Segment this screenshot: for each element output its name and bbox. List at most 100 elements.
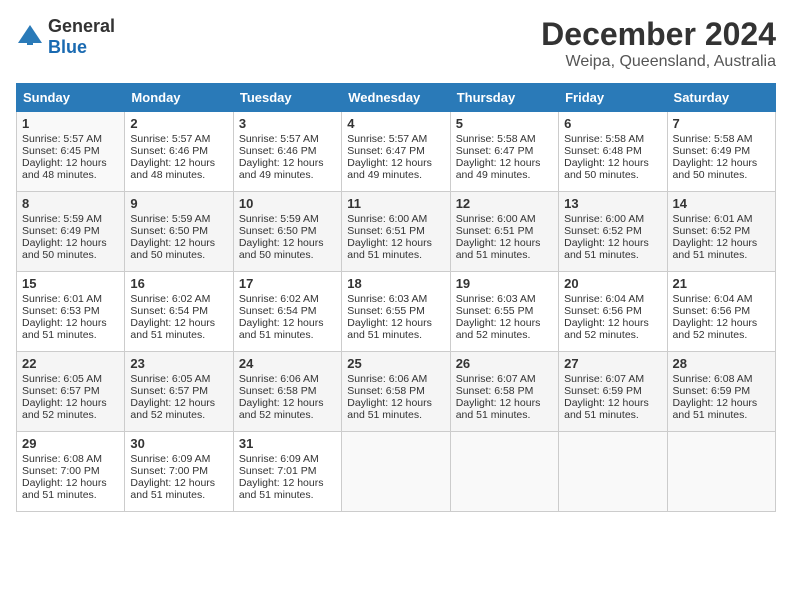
calendar-week-4: 22 Sunrise: 6:05 AM Sunset: 6:57 PM Dayli… (17, 352, 776, 432)
day-number: 22 (22, 356, 119, 371)
day-info: Sunrise: 6:00 AM Sunset: 6:51 PM Dayligh… (456, 213, 541, 261)
day-info: Sunrise: 5:58 AM Sunset: 6:47 PM Dayligh… (456, 133, 541, 181)
col-sunday: Sunday (17, 84, 125, 112)
day-number: 2 (130, 116, 227, 131)
day-info: Sunrise: 5:58 AM Sunset: 6:49 PM Dayligh… (673, 133, 758, 181)
logo: General Blue (16, 16, 115, 58)
day-info: Sunrise: 6:00 AM Sunset: 6:51 PM Dayligh… (347, 213, 432, 261)
day-number: 28 (673, 356, 770, 371)
day-info: Sunrise: 5:57 AM Sunset: 6:45 PM Dayligh… (22, 133, 107, 181)
logo-general-text: General (48, 16, 115, 36)
day-info: Sunrise: 5:57 AM Sunset: 6:46 PM Dayligh… (239, 133, 324, 181)
col-monday: Monday (125, 84, 233, 112)
col-saturday: Saturday (667, 84, 775, 112)
calendar-cell: 14Sunrise: 6:01 AM Sunset: 6:52 PM Dayli… (667, 192, 775, 272)
day-info: Sunrise: 6:06 AM Sunset: 6:58 PM Dayligh… (347, 373, 432, 421)
day-info: Sunrise: 6:07 AM Sunset: 6:58 PM Dayligh… (456, 373, 541, 421)
calendar-week-2: 8 Sunrise: 5:59 AM Sunset: 6:49 PM Daylig… (17, 192, 776, 272)
day-number: 16 (130, 276, 227, 291)
page-header: General Blue December 2024 Weipa, Queens… (16, 16, 776, 71)
calendar-cell: 1Sunrise: 5:57 AM Sunset: 6:45 PM Daylig… (17, 112, 125, 192)
calendar-cell: 13Sunrise: 6:00 AM Sunset: 6:52 PM Dayli… (559, 192, 667, 272)
day-info: Sunrise: 6:05 AM Sunset: 6:57 PM Dayligh… (22, 373, 107, 421)
calendar-cell: 27Sunrise: 6:07 AM Sunset: 6:59 PM Dayli… (559, 352, 667, 432)
day-info: Sunrise: 6:02 AM Sunset: 6:54 PM Dayligh… (239, 293, 324, 341)
day-info: Sunrise: 6:02 AM Sunset: 6:54 PM Dayligh… (130, 293, 215, 341)
logo-icon (16, 23, 44, 51)
calendar-cell: 21 Sunrise: 6:04 AM Sunset: 6:56 PM Dayli… (667, 272, 775, 352)
calendar-week-5: 29Sunrise: 6:08 AM Sunset: 7:00 PM Dayli… (17, 432, 776, 512)
calendar-cell (342, 432, 450, 512)
day-number: 4 (347, 116, 444, 131)
calendar-cell: 31 Sunrise: 6:09 AM Sunset: 7:01 PM Dayli… (233, 432, 341, 512)
day-info: Sunrise: 6:08 AM Sunset: 7:00 PM Dayligh… (22, 453, 107, 501)
day-info: Sunrise: 6:08 AM Sunset: 6:59 PM Dayligh… (673, 373, 758, 421)
calendar-cell: 4 Sunrise: 5:57 AM Sunset: 6:47 PM Daylig… (342, 112, 450, 192)
day-number: 25 (347, 356, 444, 371)
col-friday: Friday (559, 84, 667, 112)
calendar-cell: 3 Sunrise: 5:57 AM Sunset: 6:46 PM Daylig… (233, 112, 341, 192)
header-row: Sunday Monday Tuesday Wednesday Thursday… (17, 84, 776, 112)
day-info: Sunrise: 5:57 AM Sunset: 6:46 PM Dayligh… (130, 133, 215, 181)
day-info: Sunrise: 6:04 AM Sunset: 6:56 PM Dayligh… (673, 293, 758, 341)
day-number: 12 (456, 196, 553, 211)
day-info: Sunrise: 6:09 AM Sunset: 7:01 PM Dayligh… (239, 453, 324, 501)
day-number: 21 (673, 276, 770, 291)
calendar-cell: 29Sunrise: 6:08 AM Sunset: 7:00 PM Dayli… (17, 432, 125, 512)
day-number: 30 (130, 436, 227, 451)
calendar-table: Sunday Monday Tuesday Wednesday Thursday… (16, 83, 776, 512)
day-number: 15 (22, 276, 119, 291)
day-info: Sunrise: 6:01 AM Sunset: 6:53 PM Dayligh… (22, 293, 107, 341)
day-number: 17 (239, 276, 336, 291)
col-wednesday: Wednesday (342, 84, 450, 112)
calendar-cell (450, 432, 558, 512)
calendar-week-1: 1Sunrise: 5:57 AM Sunset: 6:45 PM Daylig… (17, 112, 776, 192)
day-number: 31 (239, 436, 336, 451)
day-number: 3 (239, 116, 336, 131)
calendar-cell: 19Sunrise: 6:03 AM Sunset: 6:55 PM Dayli… (450, 272, 558, 352)
calendar-cell: 18 Sunrise: 6:03 AM Sunset: 6:55 PM Dayli… (342, 272, 450, 352)
day-info: Sunrise: 6:03 AM Sunset: 6:55 PM Dayligh… (456, 293, 541, 341)
calendar-cell: 28 Sunrise: 6:08 AM Sunset: 6:59 PM Dayli… (667, 352, 775, 432)
day-number: 8 (22, 196, 119, 211)
calendar-cell: 7Sunrise: 5:58 AM Sunset: 6:49 PM Daylig… (667, 112, 775, 192)
day-number: 23 (130, 356, 227, 371)
calendar-cell: 24 Sunrise: 6:06 AM Sunset: 6:58 PM Dayli… (233, 352, 341, 432)
calendar-cell: 20 Sunrise: 6:04 AM Sunset: 6:56 PM Dayli… (559, 272, 667, 352)
day-info: Sunrise: 5:59 AM Sunset: 6:50 PM Dayligh… (130, 213, 215, 261)
logo-blue-text: Blue (48, 37, 87, 57)
calendar-cell (559, 432, 667, 512)
day-info: Sunrise: 5:59 AM Sunset: 6:49 PM Dayligh… (22, 213, 107, 261)
day-number: 9 (130, 196, 227, 211)
day-info: Sunrise: 6:01 AM Sunset: 6:52 PM Dayligh… (673, 213, 758, 261)
title-area: December 2024 Weipa, Queensland, Austral… (541, 16, 776, 71)
calendar-cell: 22 Sunrise: 6:05 AM Sunset: 6:57 PM Dayli… (17, 352, 125, 432)
location-title: Weipa, Queensland, Australia (541, 53, 776, 71)
calendar-cell: 16 Sunrise: 6:02 AM Sunset: 6:54 PM Dayli… (125, 272, 233, 352)
day-info: Sunrise: 6:00 AM Sunset: 6:52 PM Dayligh… (564, 213, 649, 261)
day-info: Sunrise: 5:59 AM Sunset: 6:50 PM Dayligh… (239, 213, 324, 261)
day-info: Sunrise: 5:57 AM Sunset: 6:47 PM Dayligh… (347, 133, 432, 181)
calendar-cell: 8 Sunrise: 5:59 AM Sunset: 6:49 PM Daylig… (17, 192, 125, 272)
day-info: Sunrise: 5:58 AM Sunset: 6:48 PM Dayligh… (564, 133, 649, 181)
day-number: 11 (347, 196, 444, 211)
day-info: Sunrise: 6:03 AM Sunset: 6:55 PM Dayligh… (347, 293, 432, 341)
day-number: 5 (456, 116, 553, 131)
calendar-cell: 17 Sunrise: 6:02 AM Sunset: 6:54 PM Dayli… (233, 272, 341, 352)
calendar-cell (667, 432, 775, 512)
calendar-cell: 5 Sunrise: 5:58 AM Sunset: 6:47 PM Daylig… (450, 112, 558, 192)
calendar-cell: 26Sunrise: 6:07 AM Sunset: 6:58 PM Dayli… (450, 352, 558, 432)
day-number: 18 (347, 276, 444, 291)
calendar-cell: 2 Sunrise: 5:57 AM Sunset: 6:46 PM Daylig… (125, 112, 233, 192)
day-info: Sunrise: 6:06 AM Sunset: 6:58 PM Dayligh… (239, 373, 324, 421)
day-info: Sunrise: 6:05 AM Sunset: 6:57 PM Dayligh… (130, 373, 215, 421)
day-number: 20 (564, 276, 661, 291)
day-info: Sunrise: 6:04 AM Sunset: 6:56 PM Dayligh… (564, 293, 649, 341)
col-tuesday: Tuesday (233, 84, 341, 112)
day-number: 10 (239, 196, 336, 211)
calendar-cell: 9 Sunrise: 5:59 AM Sunset: 6:50 PM Daylig… (125, 192, 233, 272)
month-title: December 2024 (541, 16, 776, 53)
calendar-cell: 12 Sunrise: 6:00 AM Sunset: 6:51 PM Dayli… (450, 192, 558, 272)
calendar-cell: 15 Sunrise: 6:01 AM Sunset: 6:53 PM Dayli… (17, 272, 125, 352)
day-number: 24 (239, 356, 336, 371)
